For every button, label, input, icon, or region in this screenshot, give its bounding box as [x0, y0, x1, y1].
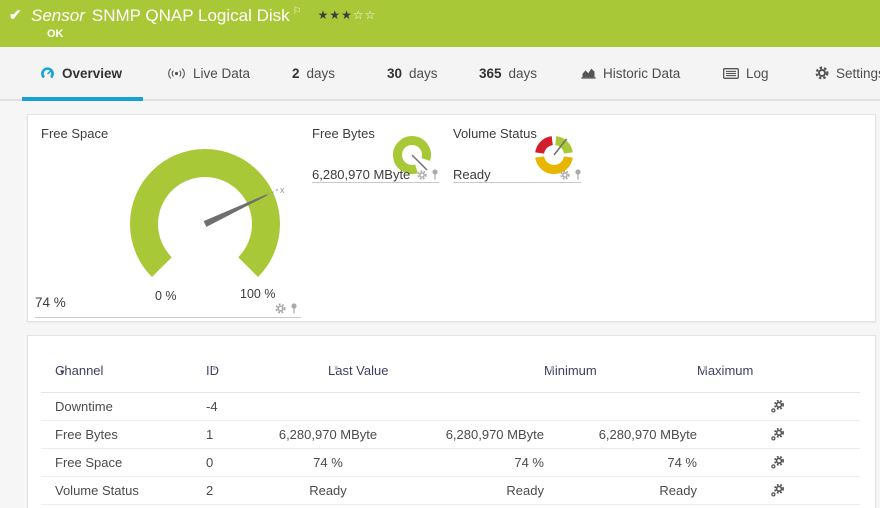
- tab-365-days[interactable]: 365 days: [479, 47, 537, 99]
- channel-maximum: 6,280,970 MByte: [557, 421, 697, 448]
- tab-2-days-label: days: [307, 66, 336, 81]
- tab-log[interactable]: Log: [723, 47, 769, 99]
- channel-settings-icon[interactable]: [771, 428, 784, 444]
- channel-id: 1: [206, 421, 213, 448]
- gear-icon[interactable]: [275, 303, 286, 314]
- pin-icon[interactable]: [290, 303, 298, 314]
- active-tab-underline: [22, 97, 143, 101]
- sensor-title: Sensor SNMP QNAP Logical Disk⚐ ★★★☆☆: [31, 6, 376, 26]
- channel-id: 0: [206, 449, 213, 476]
- pin-icon[interactable]: [574, 169, 582, 180]
- tab-historic-data[interactable]: Historic Data: [581, 47, 680, 99]
- channel-name: Volume Status: [55, 477, 139, 504]
- channel-name: Downtime: [55, 393, 113, 420]
- channel-name: Free Space: [55, 449, 122, 476]
- sensor-kind-label: Sensor: [31, 6, 85, 25]
- channel-last-value: 74 %: [228, 449, 428, 476]
- chart-icon: [581, 67, 596, 79]
- free-space-gauge-title: Free Space: [41, 126, 108, 141]
- sensor-name: SNMP QNAP Logical Disk: [92, 6, 290, 25]
- channel-minimum: 6,280,970 MByte: [404, 421, 544, 448]
- divider: [453, 182, 581, 183]
- free-space-gauge-actions: [275, 303, 298, 314]
- channel-minimum: Ready: [404, 477, 544, 504]
- free-bytes-gauge-actions: [417, 169, 439, 180]
- pin-icon[interactable]: [431, 169, 439, 180]
- tab-historic-data-label: Historic Data: [603, 66, 680, 81]
- divider: [35, 317, 301, 318]
- channel-id: 2: [206, 477, 213, 504]
- gear-icon[interactable]: [417, 170, 427, 180]
- gear-icon: [815, 66, 829, 80]
- tab-30-days[interactable]: 30 days: [387, 47, 438, 99]
- ok-checkmark-icon: ✔: [9, 6, 22, 24]
- table-header-row: Channel▾ ID▲▼ Last Value▲▼ Minimum▲▼ Max…: [41, 362, 860, 393]
- table-row: Free Bytes 1 6,280,970 MByte 6,280,970 M…: [41, 421, 860, 449]
- gauge-needle-marker: x: [280, 185, 285, 195]
- flag-icon[interactable]: ⚐: [293, 6, 302, 17]
- channel-last-value: 6,280,970 MByte: [228, 421, 428, 448]
- priority-stars[interactable]: ★★★☆☆: [318, 8, 377, 22]
- channel-settings-icon[interactable]: [771, 400, 784, 416]
- gauge-icon: [40, 66, 55, 80]
- sensor-header: ✔ Sensor SNMP QNAP Logical Disk⚐ ★★★☆☆ OK: [0, 0, 880, 47]
- volume-status-gauge-title: Volume Status: [453, 126, 537, 141]
- channel-last-value: Ready: [228, 477, 428, 504]
- tab-365-days-number: 365: [479, 66, 502, 81]
- free-bytes-gauge-title: Free Bytes: [312, 126, 375, 141]
- channel-settings-icon[interactable]: [771, 484, 784, 500]
- tab-log-label: Log: [746, 66, 769, 81]
- tab-2-days[interactable]: 2 days: [292, 47, 335, 99]
- tab-overview[interactable]: Overview: [40, 47, 122, 99]
- channels-panel: Channel▾ ID▲▼ Last Value▲▼ Minimum▲▼ Max…: [27, 335, 876, 508]
- free-space-scale-max: 100 %: [240, 287, 275, 301]
- divider: [312, 182, 439, 183]
- tab-30-days-number: 30: [387, 66, 402, 81]
- free-space-gauge: x: [120, 137, 290, 307]
- tab-settings[interactable]: Settings: [815, 47, 880, 99]
- tab-bar: Overview Live Data 2 days 30 days 365 da…: [0, 47, 880, 101]
- tab-settings-label: Settings: [836, 66, 880, 81]
- table-row: Free Space 0 74 % 74 % 74 %: [41, 449, 860, 477]
- sort-desc-icon: ▾: [60, 367, 65, 378]
- channel-maximum: 74 %: [557, 449, 697, 476]
- volume-status-value: Ready: [453, 167, 491, 182]
- tab-30-days-label: days: [409, 66, 438, 81]
- channel-settings-icon[interactable]: [771, 456, 784, 472]
- broadcast-icon: [167, 67, 186, 80]
- table-row: Volume Status 2 Ready Ready Ready: [41, 477, 860, 505]
- tab-365-days-label: days: [509, 66, 538, 81]
- channel-maximum: Ready: [557, 477, 697, 504]
- channels-table: Channel▾ ID▲▼ Last Value▲▼ Minimum▲▼ Max…: [41, 336, 860, 505]
- channel-name: Free Bytes: [55, 421, 118, 448]
- table-row: Downtime -4: [41, 393, 860, 421]
- prtg-sensor-page: ✔ SensorSNMP QNAP Logical Disk⚐★★★☆☆ OK …: [0, 0, 880, 508]
- priority-stars-empty[interactable]: ☆☆: [353, 8, 377, 22]
- gauges-panel: Free Space x 0 % 100 % 74 % Free Bytes: [27, 114, 876, 322]
- gear-icon[interactable]: [560, 170, 570, 180]
- tab-live-data-label: Live Data: [193, 66, 250, 81]
- table-body: Downtime -4 Free Bytes 1 6,280,970 MByte…: [41, 393, 860, 505]
- tab-live-data[interactable]: Live Data: [167, 47, 250, 99]
- volume-status-gauge-actions: [560, 169, 582, 180]
- priority-stars-filled[interactable]: ★★★: [318, 8, 353, 22]
- log-list-icon: [723, 68, 739, 79]
- free-space-value: 74 %: [35, 295, 66, 310]
- channel-id: -4: [206, 393, 218, 420]
- tab-2-days-number: 2: [292, 66, 300, 81]
- free-space-scale-min: 0 %: [155, 289, 177, 303]
- tab-overview-label: Overview: [62, 66, 122, 81]
- channel-minimum: 74 %: [404, 449, 544, 476]
- sensor-status-badge: OK: [47, 28, 64, 40]
- free-bytes-value: 6,280,970 MByte: [312, 167, 410, 182]
